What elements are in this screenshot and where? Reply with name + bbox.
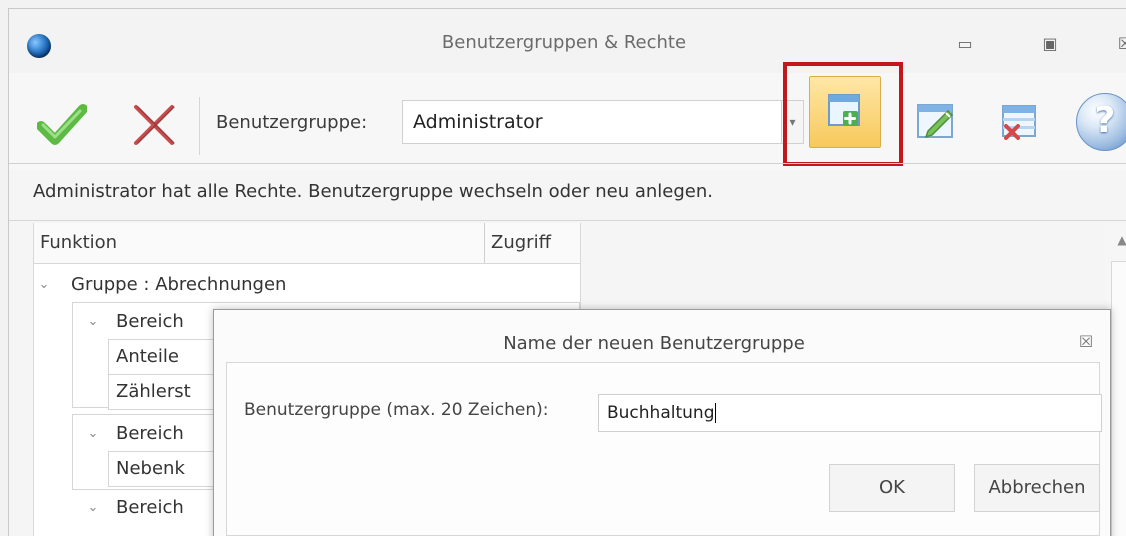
tree-row-label: Gruppe : Abrechnungen [71, 274, 287, 295]
group-name-input[interactable]: Buchhaltung [598, 394, 1102, 432]
close-icon[interactable]: ☒ [1112, 33, 1126, 55]
scrollbar-thumb[interactable] [1111, 261, 1126, 536]
text-caret [715, 403, 717, 423]
cancel-button[interactable]: Abbrechen [974, 464, 1100, 512]
column-header-access[interactable]: Zugriff [485, 223, 580, 263]
tree-header: Funktion Zugriff [34, 223, 580, 264]
toolbar-separator [199, 97, 200, 155]
group-select[interactable]: Administrator [402, 100, 782, 144]
chevron-down-icon[interactable]: ⌄ [83, 417, 103, 451]
info-message: Administrator hat alle Rechte. Benutzerg… [33, 181, 713, 202]
window-title: Benutzergruppen & Rechte [441, 32, 687, 53]
globe-icon [27, 34, 51, 58]
ok-button[interactable]: OK [829, 464, 955, 512]
maximize-icon[interactable]: ▣ [1037, 33, 1063, 55]
scroll-up-icon[interactable]: ▲ [1114, 234, 1126, 246]
chevron-down-icon[interactable]: ⌄ [34, 268, 54, 302]
help-icon[interactable]: ? [1076, 93, 1126, 151]
column-header-function[interactable]: Funktion [34, 223, 484, 263]
info-divider [9, 220, 1126, 221]
dialog-title: Name der neuen Benutzergruppe [503, 333, 805, 354]
tree-row-label: Anteile [116, 346, 179, 367]
tree-row-label: Zählerst [116, 381, 191, 402]
group-name-label: Benutzergruppe (max. 20 Zeichen): [244, 400, 549, 420]
group-name-value: Buchhaltung [607, 403, 715, 423]
chevron-down-icon[interactable]: ⌄ [83, 305, 103, 339]
close-icon[interactable]: ☒ [1076, 332, 1096, 352]
edit-group-icon[interactable] [912, 98, 958, 144]
main-window: Benutzergruppen & Rechte ▭ ▣ ☒ Benutzerg… [8, 8, 1126, 536]
new-group-dialog: Name der neuen Benutzergruppe ☒ Benutzer… [213, 309, 1111, 536]
dialog-content [226, 362, 1100, 536]
tree-row[interactable]: ⌄ Gruppe : Abrechnungen [34, 268, 580, 302]
tree-row-label: Bereich [116, 497, 184, 518]
delete-group-icon[interactable] [996, 98, 1042, 144]
tree-row-label: Nebenk [116, 458, 185, 479]
tree-row-label: Bereich [116, 311, 184, 332]
x-icon[interactable] [130, 101, 178, 149]
chevron-down-icon[interactable]: ⌄ [83, 491, 103, 525]
toolbar-divider [9, 163, 1126, 164]
minimize-icon[interactable]: ▭ [952, 33, 978, 55]
checkmark-icon[interactable] [37, 101, 87, 149]
group-label: Benutzergruppe: [216, 112, 368, 133]
highlight-frame [783, 62, 903, 166]
tree-row-label: Bereich [116, 423, 184, 444]
